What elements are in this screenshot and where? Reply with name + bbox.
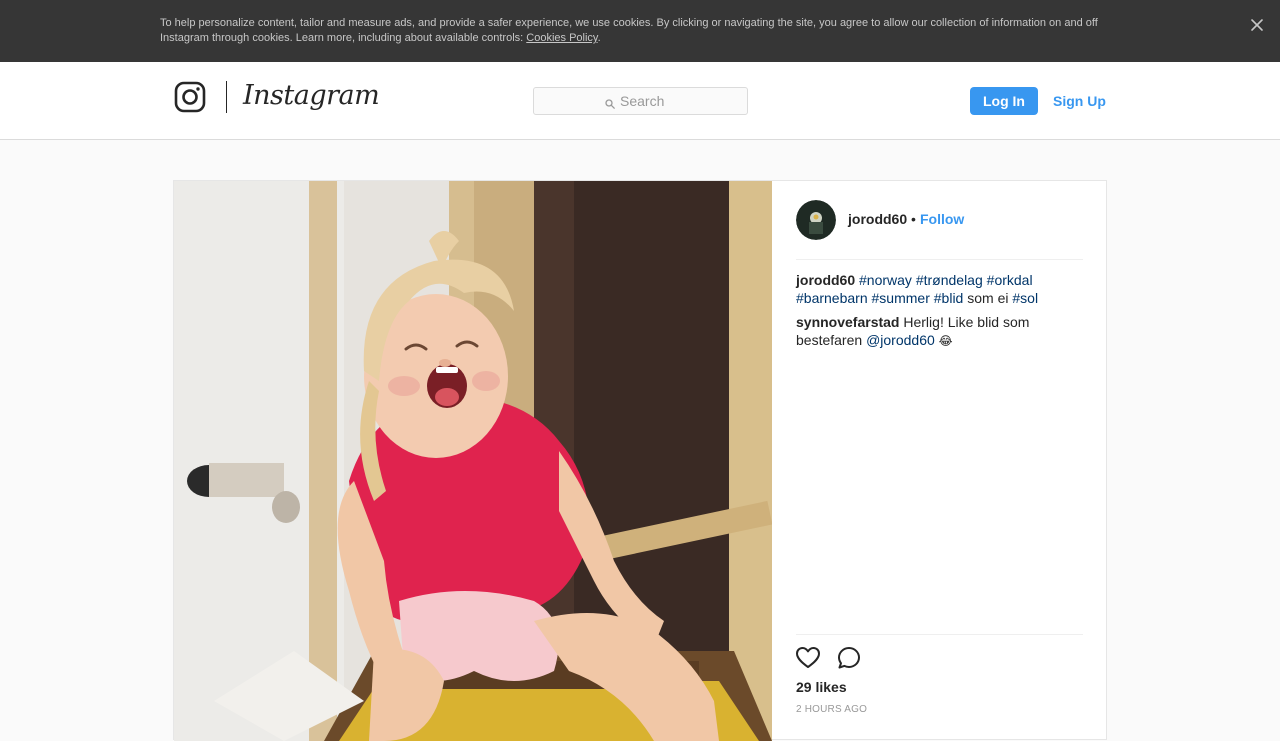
cookie-notice-text: To help personalize content, tailor and … bbox=[160, 16, 1120, 46]
comment-item: synnovefarstad Herlig! Like blid som bes… bbox=[796, 313, 1083, 350]
post-card: jorodd60 • Follow jorodd60 #norway #trøn… bbox=[173, 180, 1107, 741]
cookie-notice-body: To help personalize content, tailor and … bbox=[160, 17, 1098, 44]
laughing-emoji: 😂 bbox=[938, 334, 953, 348]
comment-username[interactable]: synnovefarstad bbox=[796, 314, 899, 330]
hashtag-link[interactable]: #norway bbox=[859, 272, 912, 288]
cookie-notice-period: . bbox=[597, 32, 601, 44]
comment-icon[interactable] bbox=[836, 645, 862, 671]
logo-divider bbox=[226, 81, 227, 113]
top-navigation: Instagram Log In Sign Up bbox=[0, 62, 1280, 140]
hashtag-link[interactable]: #trøndelag bbox=[916, 272, 983, 288]
actions-divider bbox=[796, 634, 1083, 635]
cookie-banner: To help personalize content, tailor and … bbox=[0, 0, 1280, 62]
sign-up-link[interactable]: Sign Up bbox=[1053, 87, 1106, 115]
author-avatar[interactable] bbox=[796, 200, 836, 240]
likes-count[interactable]: 29 likes bbox=[796, 679, 847, 695]
search-box[interactable] bbox=[533, 87, 748, 115]
instagram-wordmark[interactable]: Instagram bbox=[243, 76, 380, 116]
hashtag-link[interactable]: #summer bbox=[872, 290, 930, 306]
post-sidebar: jorodd60 • Follow jorodd60 #norway #trøn… bbox=[772, 181, 1107, 741]
author-username[interactable]: jorodd60 bbox=[848, 211, 907, 227]
hashtag-link[interactable]: #orkdal bbox=[987, 272, 1033, 288]
hashtag-link[interactable]: #sol bbox=[1012, 290, 1038, 306]
hashtag-link[interactable]: #barnebarn bbox=[796, 290, 868, 306]
search-input[interactable] bbox=[620, 88, 740, 114]
separator-dot: • bbox=[911, 211, 916, 227]
caption-username[interactable]: jorodd60 bbox=[796, 272, 855, 288]
caption: jorodd60 #norway #trøndelag #orkdal #bar… bbox=[796, 271, 1083, 307]
hashtag-link[interactable]: #blid bbox=[934, 290, 964, 306]
post-photo[interactable] bbox=[174, 181, 772, 741]
comments-section: jorodd60 #norway #trøndelag #orkdal #bar… bbox=[796, 271, 1083, 356]
cookies-policy-link[interactable]: Cookies Policy bbox=[526, 32, 597, 44]
caption-text: som ei bbox=[967, 290, 1009, 306]
close-icon[interactable] bbox=[1248, 16, 1266, 34]
heart-icon[interactable] bbox=[795, 645, 821, 671]
instagram-glyph-icon[interactable] bbox=[174, 81, 206, 113]
search-icon bbox=[605, 96, 615, 109]
follow-button[interactable]: Follow bbox=[920, 211, 964, 227]
log-in-button[interactable]: Log In bbox=[970, 87, 1038, 115]
post-timestamp: 2 HOURS AGO bbox=[796, 704, 868, 715]
header-divider bbox=[796, 259, 1083, 260]
mention-link[interactable]: @jorodd60 bbox=[866, 332, 935, 348]
